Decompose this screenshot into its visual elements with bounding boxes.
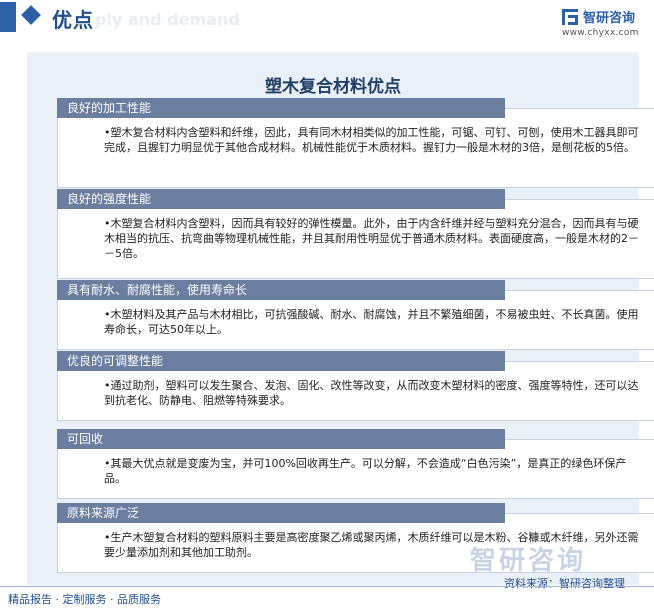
page-header: ply and demand 优点 智研咨询 www.chyxx.com [0,0,654,38]
logo-text: 智研咨询 [583,11,636,26]
card-heading: 原料来源广泛 [57,503,505,523]
card-heading: 优良的可调整性能 [57,351,505,371]
page-title: 优点 [52,8,94,32]
header-accent-bar [0,2,16,32]
logo-url: www.chyxx.com [562,28,639,38]
diamond-icon [21,5,41,25]
card-body: •木塑复合材料内含塑料，因而具有较好的弹性模量。此外，由于内含纤维并经与塑料充分… [57,199,654,279]
card-heading: 良好的加工性能 [57,98,505,118]
card-text: •通过助剂，塑料可以发生聚合、发泡、固化、改性等改变，从而改变木塑材料的密度、强… [104,379,639,407]
card-text: •木塑材料及其产品与木材相比，可抗强酸碱、耐水、耐腐蚀，并且不繁殖细菌，不易被虫… [104,308,639,336]
card-heading: 具有耐水、耐腐性能，使用寿命长 [57,280,505,300]
advantages-panel: 塑木复合材料优点 •塑木复合材料内含塑料和纤维，因此，具有同木材相类似的加工性能… [27,52,654,585]
card-text: •塑木复合材料内含塑料和纤维，因此，具有同木材相类似的加工性能，可锯、可钉、可刨… [104,126,639,154]
watermark-logo: 智研咨询 [470,546,587,576]
card-body: •塑木复合材料内含塑料和纤维，因此，具有同木材相类似的加工性能，可锯、可钉、可刨… [57,108,654,188]
header-watermark: ply and demand [95,10,240,29]
footer-divider [0,586,654,587]
card-heading: 良好的强度性能 [57,189,505,209]
footer-slogan: 精品报告 · 定制服务 · 品质服务 [8,593,161,606]
card-heading: 可回收 [57,429,505,449]
source-note: 资料来源：智研咨询整理 [504,577,625,590]
card-text: •木塑复合材料内含塑料，因而具有较好的弹性模量。此外，由于内含纤维并经与塑料充分… [104,217,639,260]
brand-logo: 智研咨询 [562,7,635,26]
logo-icon [562,8,578,25]
card-text: •其最大优点就是变废为宝，并可100%回收再生产。可以分解，不会造成“白色污染”… [104,457,627,485]
panel-title: 塑木复合材料优点 [265,77,401,97]
